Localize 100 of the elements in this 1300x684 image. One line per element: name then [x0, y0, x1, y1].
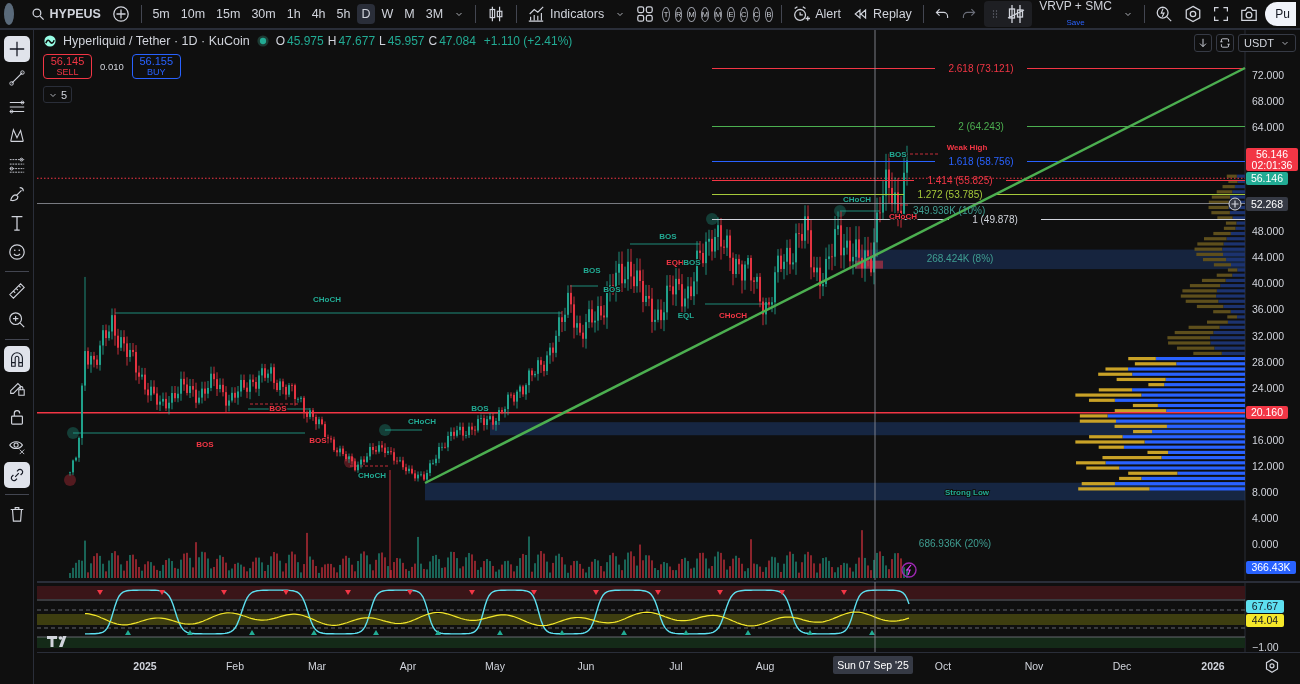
- lightning-icon: [901, 562, 917, 578]
- crosshair-tool-button[interactable]: [3, 36, 30, 62]
- horizontal-lines-icon: [7, 98, 26, 116]
- price-tick: 68.000: [1252, 95, 1285, 108]
- replay-button[interactable]: Replay: [847, 3, 916, 25]
- ohlc-value: 47.084: [439, 34, 476, 48]
- ohlc-label: L: [379, 34, 386, 48]
- alert-button[interactable]: Alert: [788, 2, 845, 26]
- fullscreen-icon: [1213, 6, 1230, 22]
- interval-button[interactable]: 5h: [332, 4, 355, 24]
- interval-button[interactable]: M: [400, 4, 419, 24]
- structure-label: BOS: [659, 232, 677, 241]
- fib-level-line: 2.618 (73.121): [711, 63, 1246, 74]
- ruler-icon: [7, 282, 26, 300]
- interval-button[interactable]: 1h: [282, 4, 305, 24]
- price-tick: 16.000: [1252, 433, 1285, 446]
- candlestick-icon: [1006, 4, 1027, 24]
- interval-button[interactable]: 3M: [421, 4, 448, 24]
- crosshair-icon: [7, 40, 26, 58]
- price-tick: 32.000: [1252, 329, 1285, 342]
- magnet-tool-button[interactable]: [3, 346, 30, 372]
- price-tick: 8.000: [1252, 485, 1279, 498]
- structure-label: CHoCH: [408, 417, 436, 426]
- fib-level-line: 1.414 (55.825): [711, 175, 1246, 186]
- symbol-search-button[interactable]: HYPEUS: [26, 4, 105, 24]
- layout-name-button[interactable]: VRVP + SMC Save: [1035, 0, 1116, 31]
- link-tool-button[interactable]: [3, 462, 30, 488]
- line-price-label: 20.160: [1246, 406, 1288, 419]
- structure-label: BOS: [269, 404, 287, 413]
- pattern-icon: [7, 127, 26, 145]
- time-tick: May: [485, 660, 505, 672]
- structure-line: [247, 408, 311, 410]
- sell-button[interactable]: 56.145 SELL: [43, 54, 92, 79]
- grid-icon: [636, 5, 655, 23]
- settings-icon[interactable]: [1265, 658, 1279, 673]
- swing-marker: [64, 474, 76, 486]
- structure-line: [349, 465, 391, 467]
- fib-level-line: 2 (64.243): [711, 121, 1246, 132]
- structure-label: BOS: [471, 404, 489, 413]
- price-tick: 28.000: [1252, 355, 1285, 368]
- structure-label: BOS: [309, 436, 327, 445]
- profile-avatar[interactable]: [4, 3, 14, 25]
- time-tick: Apr: [399, 660, 417, 672]
- crosshair-date-label: Sun 07 Sep '25: [833, 656, 913, 674]
- structure-label: EQL: [677, 311, 695, 320]
- price-tick: 72.000: [1252, 69, 1285, 81]
- scroll-down-button[interactable]: [1194, 34, 1213, 52]
- structure-line: [569, 285, 599, 287]
- structure-line: [629, 243, 701, 245]
- publish-button[interactable]: Pu: [1265, 2, 1296, 26]
- smiley-icon: [7, 243, 26, 261]
- interval-button[interactable]: 5m: [148, 4, 174, 24]
- interval-button[interactable]: W: [377, 4, 398, 24]
- interval-button[interactable]: 15m: [212, 4, 245, 24]
- search-lightning-icon: [1155, 5, 1174, 23]
- ohlc-label: O: [275, 34, 285, 48]
- status-dot-icon: [255, 34, 270, 48]
- time-tick: 2026: [1201, 660, 1225, 672]
- alarm-clock-icon: [792, 5, 811, 23]
- price-tick: 48.000: [1252, 225, 1285, 238]
- volume-zone-label: 268.424K (8%): [926, 253, 994, 264]
- time-tick: Feb: [225, 660, 245, 672]
- logo-icon: [47, 636, 67, 647]
- structure-line: [384, 429, 423, 431]
- reset-chart-button[interactable]: [1216, 34, 1235, 52]
- swing-marker: [379, 424, 391, 436]
- camera-icon: [1240, 5, 1259, 23]
- price-tick: 36.000: [1252, 303, 1285, 316]
- interval-button[interactable]: D: [357, 4, 375, 24]
- structure-label: Strong Low: [945, 488, 989, 497]
- time-tick: 2025: [133, 660, 157, 672]
- volume-zone-label: 686.936K (20%): [918, 538, 992, 549]
- structure-label: Weak High: [946, 143, 988, 152]
- ohlc-value: 45.957: [387, 34, 425, 48]
- parallel-channel-icon: [7, 156, 26, 174]
- add-level-icon[interactable]: [1228, 197, 1242, 211]
- interval-button[interactable]: 4h: [307, 4, 330, 24]
- structure-line: [899, 204, 909, 206]
- indicators-button[interactable]: Indicators: [523, 2, 609, 26]
- buy-button[interactable]: 56.155 BUY: [131, 54, 181, 79]
- price-change: +1.110 (+2.41%): [483, 34, 573, 48]
- structure-label: EQH: [666, 258, 684, 267]
- coin-logo-icon: [43, 34, 57, 48]
- ohlc-label: C: [428, 34, 438, 48]
- structure-label: CHoCH: [843, 194, 871, 204]
- interval-button[interactable]: 30m: [247, 4, 280, 24]
- structure-label: CHoCH: [719, 311, 747, 320]
- time-tick: Aug: [755, 660, 775, 672]
- currency-dropdown[interactable]: USDT: [1238, 34, 1296, 52]
- trend-line-icon: [7, 69, 26, 87]
- time-tick: Oct: [934, 660, 952, 672]
- structure-label: BOS: [196, 440, 214, 449]
- oscillator-value-label: 44.04: [1246, 614, 1284, 627]
- interval-button[interactable]: 10m: [176, 4, 210, 24]
- time-tick: Mar: [307, 660, 327, 672]
- crosshair-price-label: 52.268: [1246, 197, 1288, 211]
- ohlc-value: 47.677: [338, 34, 376, 48]
- price-tick: 0.000: [1252, 538, 1279, 550]
- ohlc-label: H: [327, 34, 337, 48]
- indicators-toggle-button[interactable]: 5: [43, 86, 73, 103]
